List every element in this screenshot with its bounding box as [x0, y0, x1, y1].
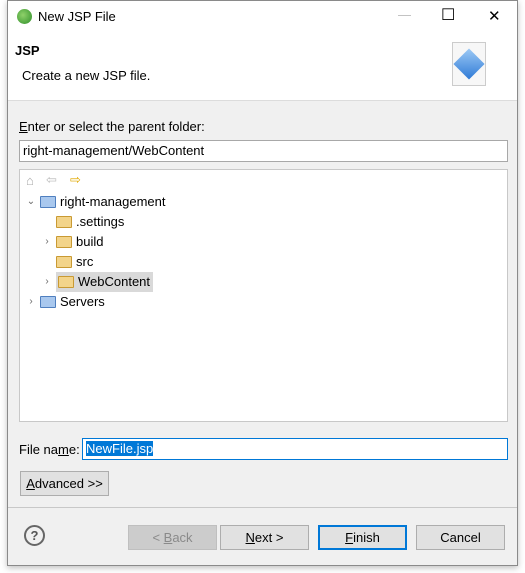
file-name-input[interactable]: NewFile.jsp: [82, 438, 508, 460]
help-icon[interactable]: ?: [24, 525, 45, 546]
tree-item-right-management[interactable]: ⌄ right-management: [26, 192, 166, 212]
folder-icon: [56, 216, 72, 228]
folder-icon: [58, 276, 74, 288]
chevron-right-icon[interactable]: ›: [26, 292, 36, 312]
page-description: Create a new JSP file.: [22, 68, 151, 83]
jsp-file-icon: [452, 42, 486, 86]
eclipse-icon: [17, 9, 32, 24]
project-icon: [40, 296, 56, 308]
next-button[interactable]: Next >: [220, 525, 309, 550]
forward-arrow-icon[interactable]: ⇨: [70, 172, 81, 188]
advanced-button[interactable]: Advanced >>: [20, 471, 109, 496]
back-button[interactable]: < Back: [128, 525, 217, 550]
parent-folder-input[interactable]: right-management/WebContent: [19, 140, 508, 162]
close-button[interactable]: ✕: [488, 7, 501, 25]
tree-item-src[interactable]: src: [42, 252, 93, 272]
file-name-label: File name:: [19, 442, 80, 457]
folder-icon: [56, 236, 72, 248]
tree-item-settings[interactable]: .settings: [42, 212, 124, 232]
finish-button[interactable]: Finish: [318, 525, 407, 550]
home-icon[interactable]: ⌂: [26, 173, 34, 188]
chevron-right-icon[interactable]: ›: [42, 272, 52, 292]
minimize-button[interactable]: —: [398, 7, 411, 22]
page-title: JSP: [15, 43, 40, 58]
maximize-button[interactable]: ☐: [441, 5, 455, 25]
tree-item-webcontent[interactable]: › WebContent: [42, 272, 154, 292]
back-arrow-icon[interactable]: ⇦: [46, 172, 57, 188]
chevron-down-icon[interactable]: ⌄: [26, 192, 36, 212]
parent-folder-label: Enter or select the parent folder:: [19, 119, 205, 134]
folder-tree[interactable]: ⌂ ⇦ ⇨ ⌄ right-management .settings › build…: [19, 169, 508, 422]
separator: [8, 507, 517, 508]
window-title: New JSP File: [38, 9, 116, 24]
project-icon: [40, 196, 56, 208]
tree-item-servers[interactable]: › Servers: [26, 292, 104, 312]
tree-item-build[interactable]: › build: [42, 232, 103, 252]
dialog-window: New JSP File — ☐ ✕ JSP Create a new JSP …: [7, 0, 518, 566]
chevron-right-icon[interactable]: ›: [42, 232, 52, 252]
title-bar: New JSP File — ☐ ✕: [8, 1, 517, 33]
wizard-header: JSP Create a new JSP file.: [8, 33, 517, 101]
folder-icon: [56, 256, 72, 268]
cancel-button[interactable]: Cancel: [416, 525, 505, 550]
